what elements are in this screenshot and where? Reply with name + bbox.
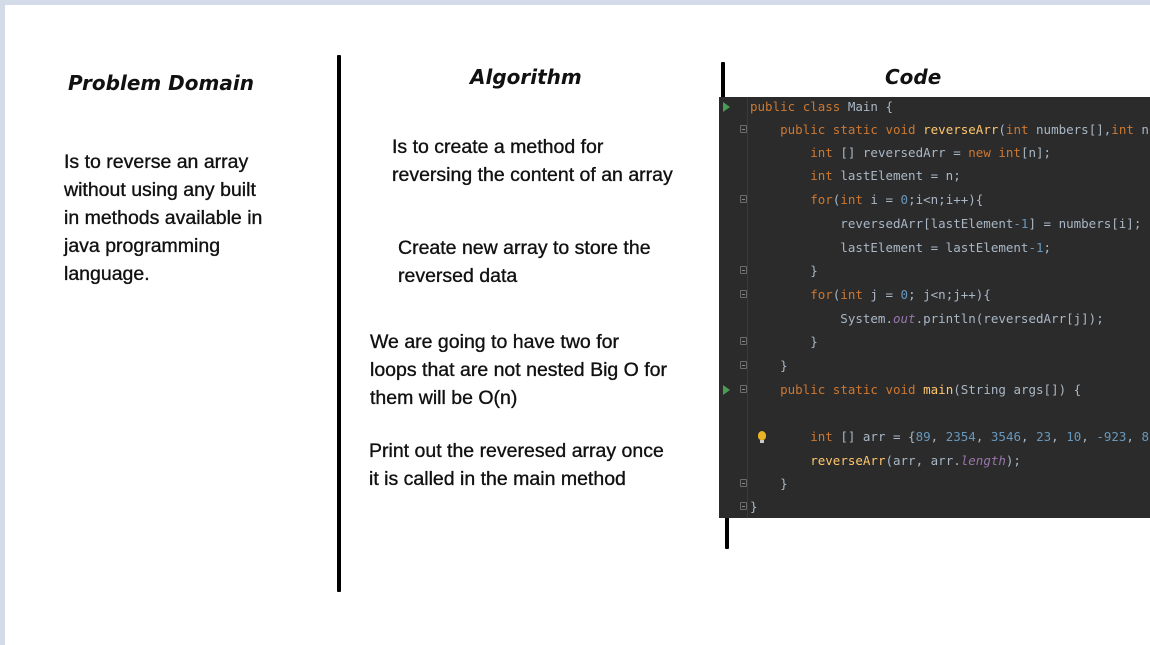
code-line: reverseArr(arr, arr.length);: [719, 450, 1150, 472]
code-line-text: int lastElement = n;: [810, 168, 961, 183]
problem-domain-line: Is to reverse an array: [64, 151, 249, 173]
problem-domain-line: java programming: [64, 235, 221, 257]
code-line-text: }: [750, 476, 788, 491]
code-line: }: [719, 331, 1150, 353]
fold-gutter-icon[interactable]: [740, 195, 747, 203]
problem-domain-heading: Problem Domain: [68, 71, 254, 95]
code-line: lastElement = lastElement-1;: [719, 237, 1150, 259]
code-line-text: }: [750, 499, 758, 514]
code-line-text: reverseArr(arr, arr.length);: [810, 453, 1021, 468]
code-line: }: [719, 260, 1150, 282]
code-line-text: for(int j = 0; j<n;j++){: [810, 287, 991, 302]
code-line: }: [719, 355, 1150, 377]
fold-gutter-icon[interactable]: [740, 385, 747, 393]
slide-frame-top: [0, 0, 1150, 5]
fold-gutter-icon[interactable]: [740, 502, 747, 510]
fold-gutter-icon[interactable]: [740, 337, 747, 345]
algorithm-step-line: Print out the reveresed array once: [369, 440, 664, 462]
slide-frame-left: [0, 0, 5, 645]
code-line-text: int [] reversedArr = new int[n];: [810, 145, 1052, 160]
problem-domain-line: in methods available in: [64, 207, 263, 229]
fold-gutter-icon[interactable]: [740, 290, 747, 298]
code-line: int [] reversedArr = new int[n];: [719, 142, 1150, 164]
code-line: }: [719, 473, 1150, 495]
algorithm-step-2: Create new array to store the reversed d…: [398, 234, 651, 290]
code-line-text: public class Main {: [750, 99, 894, 114]
algorithm-step-line: reversing the content of an array: [392, 164, 673, 186]
code-line: }: [719, 496, 1150, 518]
code-line: int lastElement = n;: [719, 165, 1150, 187]
code-line-text: }: [750, 358, 788, 373]
code-editor-screenshot: public class Main { public static void r…: [719, 97, 1150, 518]
code-line-text: int [] arr = {89, 2354, 3546, 23, 10, -9…: [810, 429, 1150, 444]
algorithm-step-4: Print out the reveresed array once it is…: [369, 437, 664, 493]
code-line-text: reversedArr[lastElement-1] = numbers[i];: [750, 216, 1142, 231]
problem-domain-line: without using any built: [64, 179, 256, 201]
fold-gutter-icon[interactable]: [740, 125, 747, 133]
algorithm-step-line: Is to create a method for: [392, 136, 604, 158]
code-line-text: public static void reverseArr(int number…: [780, 122, 1150, 137]
algorithm-step-line: We are going to have two for: [370, 331, 619, 353]
algorithm-step-3: We are going to have two for loops that …: [370, 328, 667, 412]
run-gutter-icon[interactable]: [723, 385, 730, 395]
column-divider-right-bottom: [725, 515, 729, 549]
code-line: public static void main(String args[]) {: [719, 379, 1150, 401]
algorithm-heading: Algorithm: [470, 65, 582, 89]
code-line-text: }: [750, 334, 818, 349]
problem-domain-text: Is to reverse an array without using any…: [64, 148, 263, 288]
column-divider-left: [337, 55, 341, 592]
column-divider-right: [721, 62, 725, 98]
code-line: for(int i = 0;i<n;i++){: [719, 189, 1150, 211]
code-line-text: for(int i = 0;i<n;i++){: [810, 192, 984, 207]
algorithm-step-line: Create new array to store the: [398, 237, 651, 259]
code-line-text: System.out.println(reversedArr[j]);: [750, 311, 1104, 326]
code-line: int [] arr = {89, 2354, 3546, 23, 10, -9…: [719, 426, 1150, 448]
algorithm-step-line: reversed data: [398, 265, 518, 287]
code-line-text: lastElement = lastElement-1;: [750, 240, 1052, 255]
problem-domain-line: language.: [64, 263, 150, 285]
code-line: for(int j = 0; j<n;j++){: [719, 284, 1150, 306]
code-line-text: }: [750, 263, 818, 278]
algorithm-step-line: it is called in the main method: [369, 468, 626, 490]
fold-gutter-icon[interactable]: [740, 266, 747, 274]
code-line: public class Main {: [719, 97, 1150, 118]
code-line: reversedArr[lastElement-1] = numbers[i];: [719, 213, 1150, 235]
algorithm-step-line: loops that are not nested Big O for: [370, 359, 668, 381]
code-line: System.out.println(reversedArr[j]);: [719, 308, 1150, 330]
code-heading: Code: [885, 65, 942, 89]
algorithm-step-line: them will be O(n): [370, 387, 518, 409]
algorithm-step-1: Is to create a method for reversing the …: [392, 133, 673, 189]
code-line-text: public static void main(String args[]) {: [780, 382, 1082, 397]
run-gutter-icon[interactable]: [723, 102, 730, 112]
code-line: public static void reverseArr(int number…: [719, 119, 1150, 141]
fold-gutter-icon[interactable]: [740, 361, 747, 369]
fold-gutter-icon[interactable]: [740, 479, 747, 487]
